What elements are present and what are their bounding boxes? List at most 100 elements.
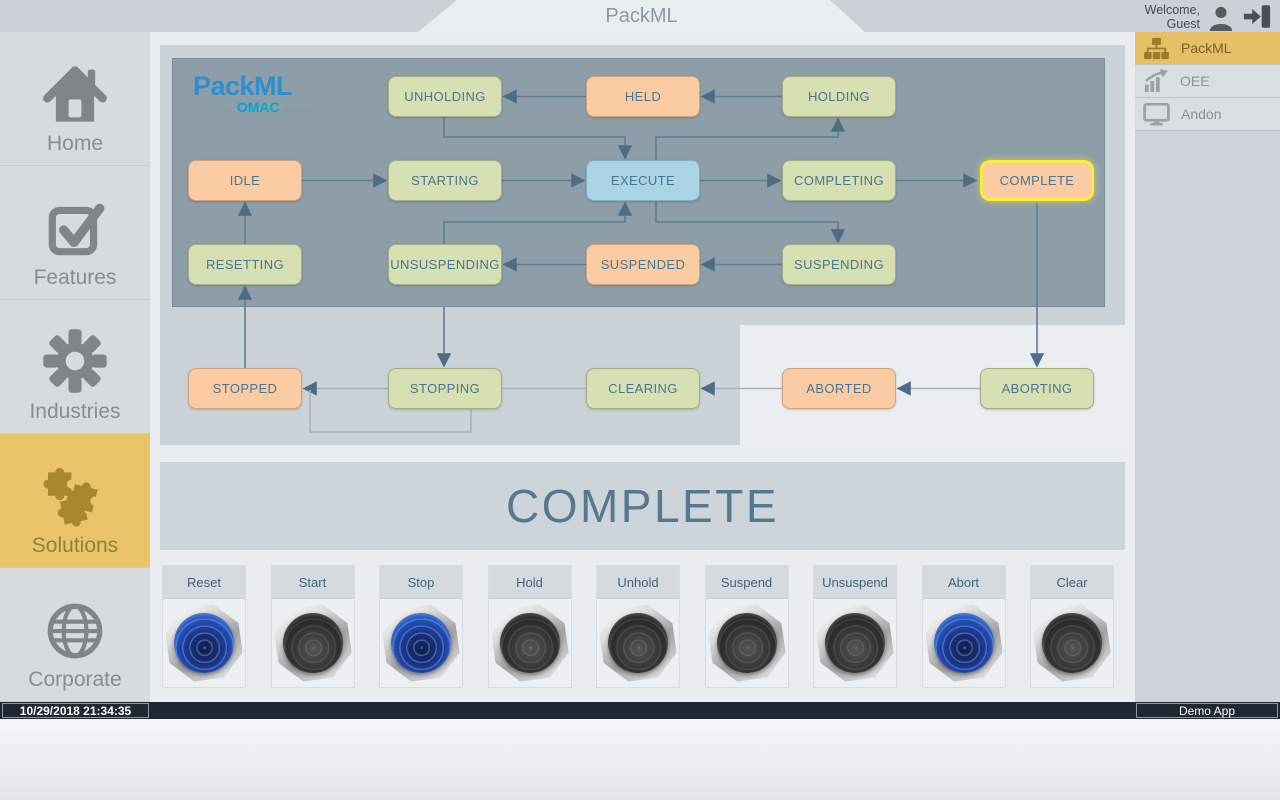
- state-unholding: UNHOLDING: [388, 76, 502, 117]
- sidebar-item-solutions[interactable]: Solutions: [0, 434, 150, 568]
- current-state-text: COMPLETE: [505, 480, 780, 532]
- state-starting: STARTING: [388, 160, 502, 201]
- control-label: Hold: [488, 566, 571, 599]
- button-face-blue: [387, 609, 455, 677]
- control-unhold-card: Unhold: [596, 565, 680, 688]
- timestamp: 10/29/2018 21:34:35: [2, 703, 149, 718]
- sidebar-item-label: Industries: [29, 400, 121, 423]
- control-reset-button[interactable]: [162, 601, 246, 685]
- logout-icon[interactable]: [1242, 4, 1272, 34]
- state-aborted: ABORTED: [782, 368, 896, 409]
- page-title: PackML: [605, 4, 678, 27]
- globe-icon: [40, 598, 110, 664]
- left-sidebar: Home Features Industries Solutions Corporate: [0, 32, 150, 702]
- sidebar-item-industries[interactable]: Industries: [0, 300, 150, 434]
- packml-logo-text: PackML: [193, 71, 293, 101]
- control-label: Start: [271, 566, 354, 599]
- status-bar: 10/29/2018 21:34:35 Demo App: [0, 702, 1280, 719]
- control-abort-button[interactable]: [922, 601, 1006, 685]
- button-face-blue: [170, 609, 238, 677]
- state-idle: IDLE: [188, 160, 302, 201]
- controls-row: Reset Start Stop Hold Unhold Suspend Unsuspend…: [162, 565, 1127, 688]
- home-icon: [39, 60, 111, 128]
- sidebar-item-label: Solutions: [31, 534, 119, 557]
- omac-standard-text: an OMAC standard: [225, 99, 313, 115]
- state-complete: COMPLETE: [980, 160, 1094, 201]
- status-banner: COMPLETE: [160, 462, 1125, 550]
- state-suspended: SUSPENDED: [586, 244, 700, 285]
- packml-logo: PackML an OMAC standard: [193, 71, 313, 115]
- button-face-black: [604, 609, 672, 677]
- control-label: Abort: [922, 566, 1005, 599]
- control-body: [380, 599, 462, 687]
- state-stopped: STOPPED: [188, 368, 302, 409]
- menu-item-oee[interactable]: OEE: [1135, 65, 1280, 98]
- control-label: Suspend: [705, 566, 788, 599]
- state-clearing: CLEARING: [586, 368, 700, 409]
- state-stopping: STOPPING: [388, 368, 502, 409]
- control-unhold-button[interactable]: [596, 601, 680, 685]
- menu-item-packml[interactable]: PackML: [1135, 32, 1280, 65]
- welcome-line2: Guest: [1166, 17, 1200, 31]
- state-diagram: PackML an OMAC standard UNHOLDING HELD HOL…: [160, 45, 1125, 445]
- control-clear-button[interactable]: [1030, 601, 1114, 685]
- sidebar-item-label: Home: [46, 132, 104, 155]
- menu-item-label: PackML: [1181, 40, 1232, 56]
- control-label: Stop: [380, 566, 462, 599]
- control-start-button[interactable]: [271, 601, 355, 685]
- sidebar-item-label: Corporate: [28, 668, 122, 691]
- menu-item-label: Andon: [1181, 106, 1222, 122]
- control-suspend-button[interactable]: [705, 601, 789, 685]
- control-start-card: Start: [270, 565, 355, 688]
- state-aborting: ABORTING: [980, 368, 1094, 409]
- control-unsuspend-card: Unsuspend: [813, 565, 897, 688]
- button-face-black: [279, 609, 347, 677]
- menu-item-andon[interactable]: Andon: [1135, 98, 1280, 131]
- control-suspend-card: Suspend: [704, 565, 789, 688]
- control-hold-button[interactable]: [488, 601, 572, 685]
- sidebar-item-label: Features: [33, 266, 117, 289]
- app-title-tab: PackML: [418, 0, 865, 32]
- top-bar: PackML Welcome, Guest: [0, 0, 1280, 32]
- button-face-black: [713, 609, 781, 677]
- sidebar-item-home[interactable]: Home: [0, 32, 150, 166]
- button-face-black: [1038, 609, 1106, 677]
- monitor-icon: [1143, 102, 1170, 126]
- control-body: [923, 599, 1005, 687]
- menu-item-label: OEE: [1180, 73, 1210, 89]
- control-unsuspend-button[interactable]: [813, 601, 897, 685]
- button-face-blue: [930, 609, 998, 677]
- control-hold-card: Hold: [487, 565, 572, 688]
- state-execute: EXECUTE: [586, 160, 700, 201]
- footer-area: [0, 719, 1280, 800]
- button-face-black: [821, 609, 889, 677]
- control-label: Unhold: [597, 566, 679, 599]
- control-label: Reset: [163, 566, 245, 599]
- state-completing: COMPLETING: [782, 160, 896, 201]
- state-holding: HOLDING: [782, 76, 896, 117]
- control-body: [489, 599, 571, 687]
- control-abort-card: Abort: [921, 565, 1006, 688]
- app-name-badge: Demo App: [1136, 703, 1278, 718]
- control-reset-card: Reset: [162, 565, 246, 688]
- state-resetting: RESETTING: [188, 244, 302, 285]
- control-stop-button[interactable]: [379, 601, 463, 685]
- gear-icon: [39, 326, 111, 396]
- control-clear-card: Clear: [1030, 565, 1114, 688]
- control-stop-card: Stop: [379, 565, 463, 688]
- control-label: Clear: [1031, 566, 1113, 599]
- sidebar-item-features[interactable]: Features: [0, 166, 150, 300]
- right-menu: PackML OEE Andon: [1135, 32, 1280, 702]
- state-held: HELD: [586, 76, 700, 117]
- chart-increase-icon: [1143, 69, 1169, 93]
- control-body: [814, 599, 896, 687]
- control-body: [272, 599, 354, 687]
- button-face-black: [496, 609, 564, 677]
- control-body: [163, 599, 245, 687]
- puzzle-icon: [38, 458, 112, 530]
- control-body: [597, 599, 679, 687]
- welcome-text: Welcome, Guest: [1145, 3, 1200, 31]
- sitemap-icon: [1143, 37, 1170, 60]
- sidebar-item-corporate[interactable]: Corporate: [0, 568, 150, 702]
- checkbox-icon: [40, 196, 110, 262]
